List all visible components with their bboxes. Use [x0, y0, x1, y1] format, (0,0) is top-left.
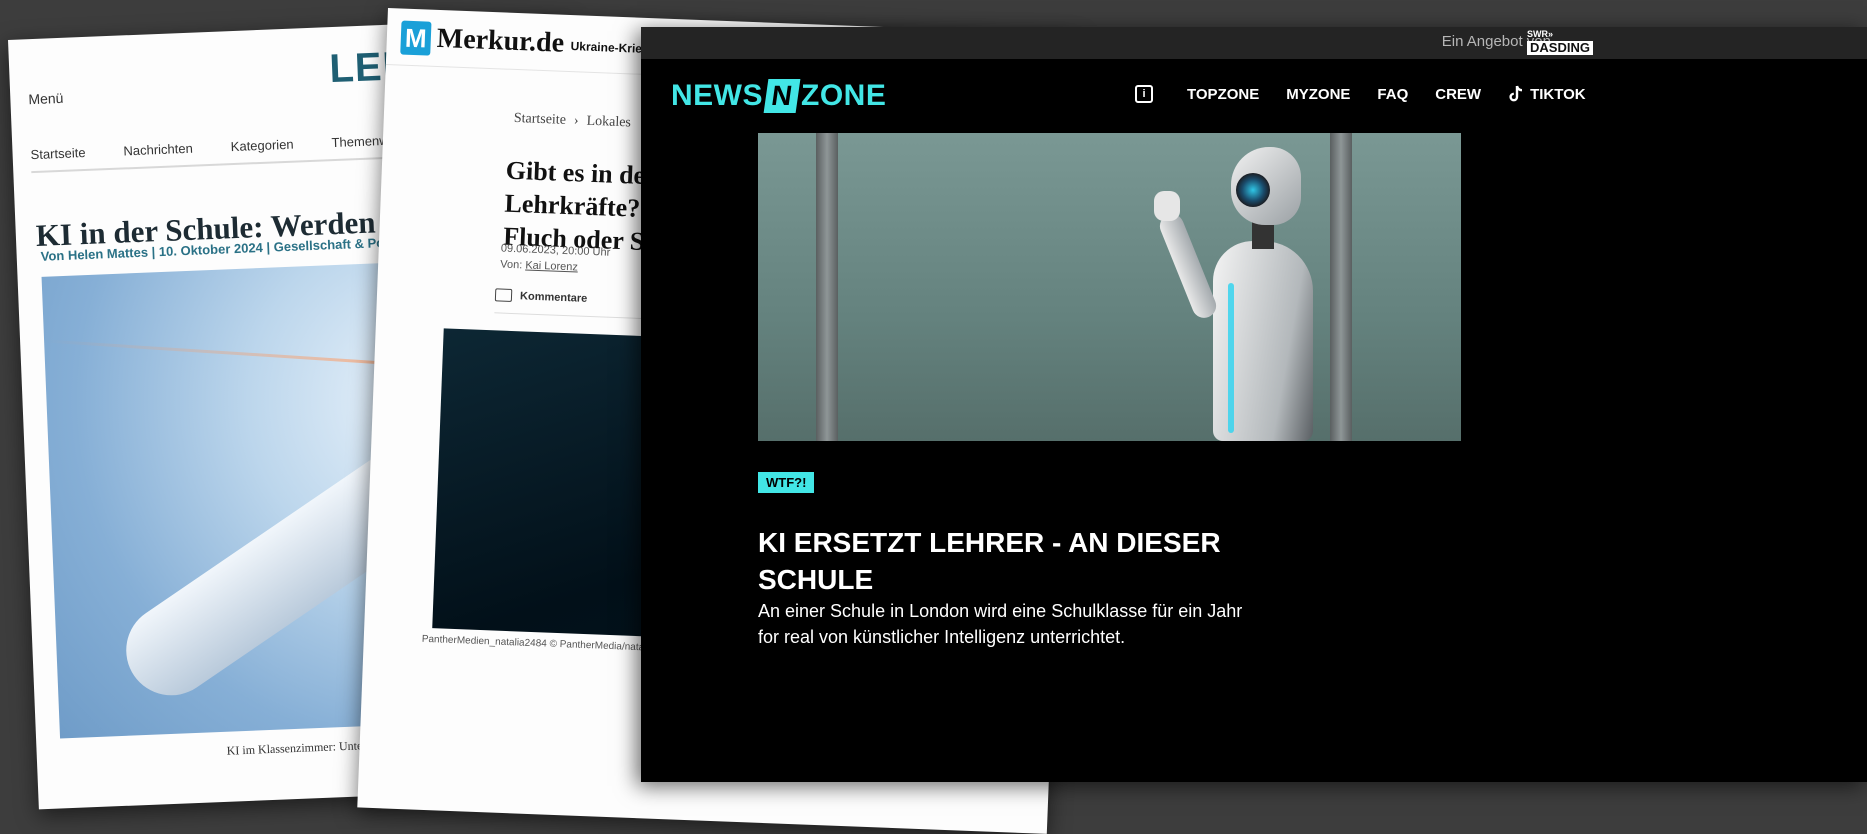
robot-ear — [1236, 173, 1270, 207]
breadcrumb-lokales[interactable]: Lokales — [586, 114, 631, 131]
nav-tiktok-label: TIKTOK — [1530, 85, 1586, 103]
menu-link[interactable]: Menü — [28, 90, 64, 107]
chalkboard-frame — [816, 133, 838, 441]
comments-link[interactable]: Kommentare — [494, 288, 588, 305]
robot-glow-strip — [1228, 283, 1234, 433]
nav-tiktok[interactable]: TIKTOK — [1508, 85, 1586, 103]
nav-ukraine-krieg[interactable]: Ukraine-Krieg — [570, 39, 649, 56]
category-badge[interactable]: WTF?! — [758, 472, 815, 493]
chalkboard-frame — [1330, 133, 1352, 441]
image-caption: KI im Klassenzimmer: Unterstü — [226, 737, 381, 758]
breadcrumb-startseite[interactable]: Startseite — [514, 111, 567, 128]
nav-myzone[interactable]: MYZONE — [1286, 86, 1350, 103]
top-bar: Ein Angebot von SWR» DASDING — [641, 27, 1867, 59]
dasding-logo[interactable]: SWR» DASDING — [1527, 29, 1593, 55]
robot-arm — [1156, 210, 1220, 322]
comments-label: Kommentare — [519, 289, 588, 305]
tiktok-icon — [1509, 85, 1523, 102]
nav-crew[interactable]: CREW — [1435, 86, 1481, 103]
logo-news-text: NEWS — [671, 79, 763, 112]
breadcrumb: Startseite › Lokales — [514, 111, 632, 131]
article-author: Von: Kai Lorenz — [500, 259, 578, 274]
logo-n-icon: N — [763, 79, 801, 113]
merkur-logo[interactable]: M Merkur.de — [400, 20, 565, 61]
article-title: KI ERSETZT LEHRER - AN DIESER SCHULE — [758, 526, 1221, 595]
chevron-right-icon: › — [573, 113, 579, 129]
author-link[interactable]: Kai Lorenz — [525, 259, 578, 273]
newszone-logo[interactable]: NEWS N ZONE — [671, 79, 886, 113]
merkur-logo-text: Merkur.de — [436, 22, 565, 59]
speech-bubble-icon — [494, 288, 513, 302]
image-caption: PantherMedien_natalia2484 © PantherMedia… — [421, 633, 649, 654]
logo-zone-text: ZONE — [801, 79, 887, 112]
author-label: Von: — [500, 258, 523, 272]
article-teaser: An einer Schule in London wird eine Schu… — [758, 601, 1243, 647]
nav-topzone[interactable]: TOPZONE — [1187, 86, 1259, 103]
nav-faq[interactable]: FAQ — [1377, 86, 1408, 103]
swr-label: SWR» — [1527, 29, 1554, 39]
merkur-logo-icon: M — [400, 20, 432, 56]
nav-startseite[interactable]: Startseite — [30, 145, 85, 162]
nav-nachrichten[interactable]: Nachrichten — [123, 141, 193, 159]
robot-hand — [1154, 191, 1180, 221]
dasding-label: DASDING — [1527, 41, 1593, 55]
hero-image[interactable] — [758, 133, 1461, 441]
nav-kategorien[interactable]: Kategorien — [230, 137, 293, 155]
robot-neck — [1252, 221, 1274, 249]
main-nav: i TOPZONE MYZONE FAQ CREW TIKTOK — [1135, 85, 1586, 103]
newszone-page: Ein Angebot von SWR» DASDING NEWS N ZONE… — [641, 27, 1867, 782]
info-icon[interactable]: i — [1135, 85, 1153, 103]
